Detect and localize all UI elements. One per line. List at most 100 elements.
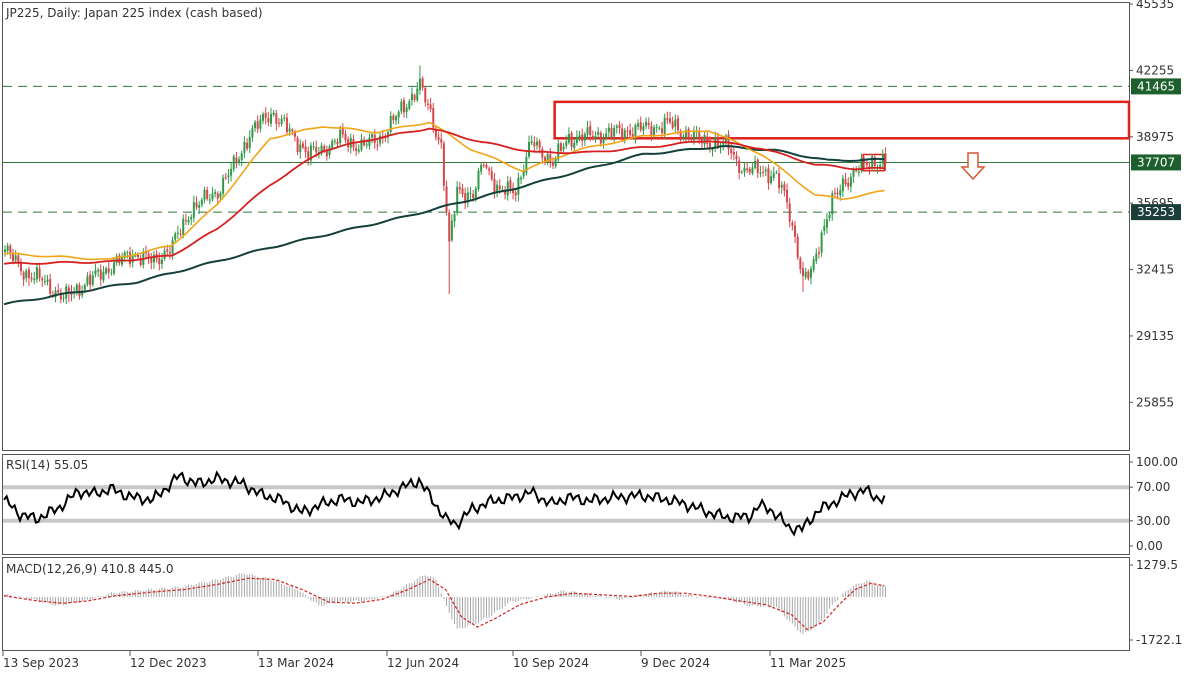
candle-body [264, 112, 267, 118]
candle-body [105, 268, 108, 274]
candle-body [706, 136, 709, 144]
candle-body [307, 151, 310, 160]
candle-body [395, 116, 398, 121]
candle-body [692, 131, 695, 141]
candle-body [86, 276, 89, 285]
candle-body [22, 272, 25, 280]
candle-body [235, 157, 238, 164]
candle-body [198, 204, 201, 208]
candle-body [19, 263, 22, 272]
candle-body [735, 155, 738, 160]
candle-body [520, 177, 523, 180]
price-tick-label: 45535 [1136, 0, 1174, 11]
down-arrow-icon [960, 152, 986, 181]
candle-body [687, 128, 690, 138]
candle-body [669, 118, 671, 123]
candle-body [203, 189, 206, 200]
candle-body [759, 172, 762, 174]
candle-body [113, 262, 116, 274]
candle-body [299, 144, 302, 153]
candle-body [647, 123, 650, 126]
candle-body [182, 218, 185, 236]
candle-body [751, 167, 754, 174]
candle-body [661, 128, 664, 133]
candle-body [355, 148, 358, 151]
candle-body [551, 163, 554, 166]
time-tick-label: 9 Dec 2024 [641, 656, 710, 670]
candle-body [256, 121, 259, 129]
candle-body [259, 119, 262, 129]
candle-body [650, 125, 653, 136]
candle-body [488, 168, 491, 171]
candle-body [413, 95, 416, 100]
candle-body [533, 142, 536, 147]
candle-body [41, 278, 44, 281]
candle-body [6, 245, 9, 251]
candle-body [89, 274, 92, 285]
candle-body [509, 180, 512, 189]
candle-body [323, 146, 326, 150]
candle-body [514, 192, 517, 196]
rsi-series [3, 470, 886, 537]
candle-body [62, 297, 65, 299]
price-tick-label: 42255 [1136, 63, 1174, 77]
candle-body [91, 275, 94, 285]
candle-body [578, 135, 581, 138]
candle-body [847, 182, 850, 187]
candle-body [764, 169, 767, 172]
trading-chart[interactable]: 45535422553897535695324152913525855 4146… [0, 0, 1200, 675]
candle-body [631, 134, 634, 137]
candle-body [607, 127, 610, 133]
candle-body [304, 146, 307, 153]
candle-body [288, 128, 291, 132]
candle-body [711, 149, 714, 151]
candle-body [312, 146, 315, 148]
candle-body [485, 165, 488, 168]
candle-body [254, 122, 257, 129]
candle-body [410, 93, 413, 101]
candle-body [833, 192, 836, 194]
candle-body [823, 225, 826, 232]
time-tick-label: 13 Sep 2023 [3, 656, 79, 670]
candle-body [825, 219, 828, 228]
candle-body [248, 136, 251, 149]
candle-body [676, 118, 679, 131]
level-tag-label: 41465 [1137, 79, 1175, 93]
candle-body [841, 178, 844, 192]
candle-body [214, 192, 217, 194]
candle-body [794, 225, 797, 237]
candle-body [344, 133, 347, 141]
candle-body [442, 143, 445, 186]
candle-body [857, 171, 860, 173]
price-tick-label: 32415 [1136, 263, 1174, 277]
candle-body [403, 100, 405, 113]
candle-body [238, 159, 241, 163]
candle-body [629, 130, 632, 136]
candle-body [591, 135, 594, 139]
candle-body [730, 148, 733, 154]
candle-body [884, 153, 887, 164]
candle-body [232, 156, 235, 170]
candle-body [405, 107, 408, 112]
candle-body [682, 136, 685, 138]
candle-body [839, 190, 842, 196]
candle-body [671, 121, 674, 128]
candle-body [865, 162, 868, 166]
candle-body [802, 268, 804, 276]
candle-body [216, 193, 219, 199]
candle-body [754, 160, 757, 168]
candle-body [570, 133, 573, 147]
candle-body [187, 219, 190, 223]
arrow-shape [960, 152, 986, 181]
macd-tick-label: 1279.5 [1136, 558, 1178, 572]
candle-body [517, 177, 520, 195]
candle-body [166, 249, 169, 252]
candle-body [283, 117, 286, 119]
candle-body [778, 173, 781, 189]
candle-body [879, 164, 882, 168]
candle-body [49, 278, 52, 294]
candle-body [589, 125, 592, 135]
candle-body [275, 113, 278, 124]
candle-body [129, 252, 132, 264]
candle-body [227, 175, 230, 178]
